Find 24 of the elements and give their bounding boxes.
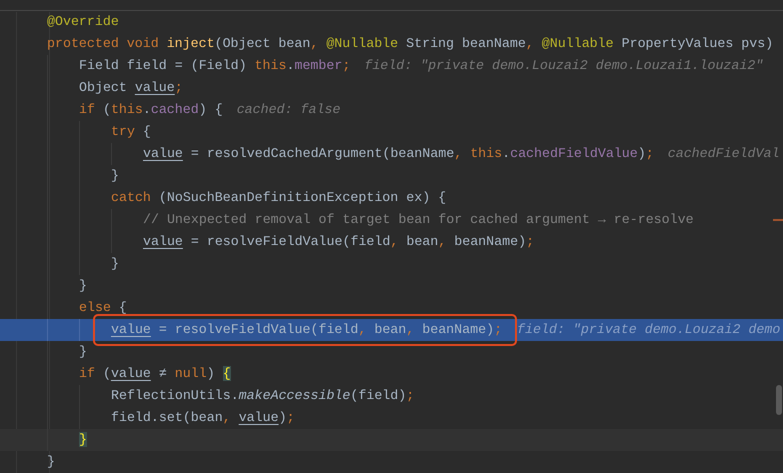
inlay-hint: cachedFieldVal [668, 145, 780, 164]
code-line: try { [111, 123, 151, 141]
inlay-hint: field: "private demo.Louzai2 demo [517, 321, 780, 340]
scrollbar-thumb[interactable] [776, 385, 782, 415]
code-line: @Override [47, 13, 119, 31]
code-line: } [111, 255, 119, 273]
code-line: else { [79, 299, 127, 317]
code-line: if (value ≠ null) { [79, 365, 231, 383]
code-line: Object value; [79, 79, 183, 97]
code-line: } [47, 453, 55, 471]
code-line: if (this.cached) { [79, 101, 223, 119]
code-line: field.set(bean, value); [111, 409, 295, 427]
inlay-hint: field: "private demo.Louzai2 demo.Louzai1.louzai2" [364, 57, 764, 76]
code-line: value = resolveFieldValue(field, bean, beanName); [143, 233, 534, 251]
code-line: } [79, 343, 87, 361]
code-line: protected void inject(Object bean, @Nullable String beanName, @Nullable PropertyValues pvs) [47, 35, 774, 53]
code-line: value = resolvedCachedArgument(beanName, this.cachedFieldValue); [143, 145, 654, 163]
code-line: } [111, 167, 119, 185]
code-line: } [79, 277, 87, 295]
code-line: ReflectionUtils.makeAccessible(field); [111, 387, 414, 405]
inlay-hint: cached: false [236, 101, 340, 120]
code-line: Field field = (Field) this.member; [79, 57, 350, 75]
code-line: catch (NoSuchBeanDefinitionException ex) { [111, 189, 446, 207]
code-line: // Unexpected removal of target bean for cached argument → re-resolve [143, 211, 694, 229]
